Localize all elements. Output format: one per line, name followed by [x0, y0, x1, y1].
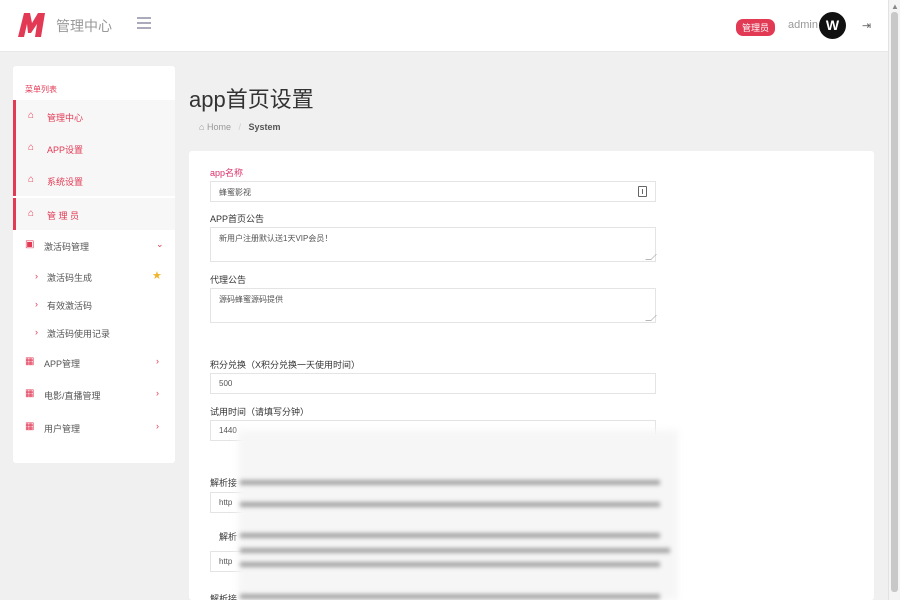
redaction-line	[240, 533, 660, 538]
caret-right-icon: ›	[35, 327, 38, 337]
parse-api-1-value: http	[219, 498, 233, 507]
breadcrumb-home-link[interactable]: Home	[207, 122, 231, 132]
home-icon: ⌂	[28, 110, 35, 121]
parse-api-3-label: 解析接	[210, 594, 238, 600]
breadcrumb: ⌂ Home / System	[199, 122, 281, 132]
sidebar-item-movie-live-management[interactable]: ▦ 电影/直播管理 ›	[13, 378, 175, 410]
redaction-line	[240, 480, 660, 485]
star-icon: ★	[152, 270, 162, 282]
points-exchange-input[interactable]: 500	[210, 373, 656, 394]
caret-right-icon: ›	[35, 271, 38, 281]
points-exchange-label: 积分兑换（X积分兑换一天使用时间）	[210, 360, 361, 370]
redaction-line	[240, 562, 660, 567]
app-name-label: app名称	[210, 168, 244, 178]
home-icon[interactable]: ⌂	[199, 122, 204, 132]
home-icon: ⌂	[28, 174, 35, 185]
parse-api-1-label: 解析接	[210, 478, 238, 488]
logout-icon[interactable]: ⇥	[862, 19, 871, 32]
page-title: app首页设置	[189, 87, 314, 112]
notice-label: APP首页公告	[210, 214, 265, 224]
sidebar-item-administrators[interactable]: ⌂ 管 理 员	[13, 198, 175, 230]
redaction-blur	[238, 430, 678, 600]
card-icon: ▣	[25, 239, 35, 250]
caret-right-icon: ›	[35, 299, 38, 309]
user-name[interactable]: admin	[788, 19, 818, 31]
points-exchange-value: 500	[219, 379, 233, 388]
breadcrumb-current: System	[248, 122, 281, 132]
avatar[interactable]: W	[819, 12, 846, 39]
chevron-down-icon: ⌄	[156, 239, 164, 249]
brand-title: 管理中心	[56, 18, 112, 34]
sidebar-item-label: APP管理	[44, 359, 81, 369]
sidebar-item-label: APP设置	[47, 145, 84, 155]
page-scrollbar[interactable]: ▲	[888, 0, 900, 600]
chevron-right-icon: ›	[156, 388, 159, 398]
sidebar-subitem-label: 激活码生成	[47, 273, 93, 283]
sidebar-item-app-settings[interactable]: ⌂ APP设置	[13, 132, 175, 164]
notice-textarea[interactable]: 新用户注册默认送1天VIP会员！	[210, 227, 657, 262]
redaction-line	[240, 594, 660, 599]
agent-notice-value: 源码蜂蜜源码提供	[219, 295, 283, 304]
sidebar-item-label: 管 理 员	[47, 211, 80, 221]
trial-time-label: 试用时间（请填写分钟）	[210, 407, 310, 417]
role-badge: 管理员	[736, 19, 776, 36]
redaction-line	[240, 502, 660, 507]
redaction-line	[240, 548, 670, 553]
sidebar-item-label: 激活码管理	[44, 242, 90, 252]
sidebar-subitem-label: 激活码使用记录	[47, 329, 111, 339]
sidebar: 菜单列表 ⌂ 管理中心 ⌂ APP设置 ⌂ 系统设置 ⌂ 管 理 员 ▣ 激活码…	[13, 66, 175, 463]
sidebar-subitem-valid-codes[interactable]: › 有效激活码	[13, 290, 175, 318]
chevron-right-icon: ›	[156, 356, 159, 366]
app-name-input[interactable]: 蜂蜜影视	[210, 181, 656, 202]
agent-notice-label: 代理公告	[210, 275, 247, 285]
trial-time-value: 1440	[219, 426, 237, 435]
parse-api-2-value: http	[219, 557, 233, 566]
sidebar-item-label: 用户管理	[44, 424, 81, 434]
parse-api-2-label: 解析	[219, 532, 238, 542]
resize-grip-icon[interactable]	[645, 254, 657, 260]
home-icon: ⌂	[28, 208, 35, 219]
resize-grip-icon[interactable]	[645, 315, 657, 321]
table-icon: ▦	[25, 388, 35, 399]
sidebar-item-app-management[interactable]: ▦ APP管理 ›	[13, 346, 175, 378]
sidebar-item-label: 系统设置	[47, 177, 84, 187]
sidebar-subitem-generate-codes[interactable]: › 激活码生成 ★	[13, 262, 175, 290]
notice-value: 新用户注册默认送1天VIP会员！	[219, 234, 333, 243]
sidebar-subitem-label: 有效激活码	[47, 301, 93, 311]
sidebar-title: 菜单列表	[25, 85, 57, 94]
top-bar: 管理中心 管理员 admin W ⇥	[0, 0, 888, 52]
scrollbar-thumb[interactable]	[891, 12, 898, 592]
sidebar-item-system-settings[interactable]: ⌂ 系统设置	[13, 164, 175, 196]
password-manager-icon[interactable]	[638, 186, 647, 197]
sidebar-subitem-code-usage-log[interactable]: › 激活码使用记录	[13, 318, 175, 346]
breadcrumb-separator: /	[238, 122, 241, 132]
menu-toggle-icon[interactable]	[137, 17, 151, 29]
table-icon: ▦	[25, 421, 35, 432]
app-name-value: 蜂蜜影视	[219, 188, 251, 197]
sidebar-item-label: 电影/直播管理	[44, 391, 101, 401]
logo-icon[interactable]	[18, 13, 46, 37]
scroll-up-icon[interactable]: ▲	[891, 2, 899, 11]
home-icon: ⌂	[28, 142, 35, 153]
table-icon: ▦	[25, 356, 35, 367]
agent-notice-textarea[interactable]: 源码蜂蜜源码提供	[210, 288, 657, 323]
sidebar-item-activation-codes[interactable]: ▣ 激活码管理 ⌄	[13, 229, 175, 261]
sidebar-item-label: 管理中心	[47, 113, 84, 123]
sidebar-item-user-management[interactable]: ▦ 用户管理 ›	[13, 411, 175, 443]
sidebar-item-admin-center[interactable]: ⌂ 管理中心	[13, 100, 175, 132]
chevron-right-icon: ›	[156, 421, 159, 431]
